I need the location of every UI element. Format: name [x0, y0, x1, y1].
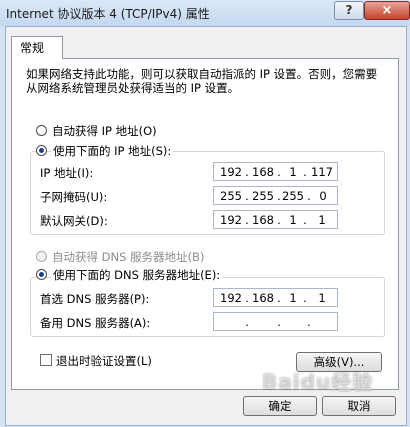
- octet-dot: .: [303, 213, 307, 227]
- baidu-watermark-logo: Baidu经验: [262, 370, 374, 394]
- octet-dot: .: [277, 315, 281, 329]
- octet-dot: .: [245, 315, 249, 329]
- subnet-mask-label: 子网掩码(U):: [40, 190, 108, 204]
- cancel-button[interactable]: 取消: [322, 396, 396, 416]
- alternate-dns-label: 备用 DNS 服务器(A):: [40, 316, 151, 330]
- auto-dns-radio[interactable]: [36, 251, 47, 262]
- default-gateway-input[interactable]: 192 . 168 . 1 . 1: [213, 210, 338, 229]
- window-title: Internet 协议版本 4 (TCP/IPv4) 属性: [6, 7, 210, 21]
- preferred-dns-input[interactable]: 192 . 168 . 1 . 1: [213, 288, 338, 307]
- subnet-mask-octet-1: 255: [220, 189, 242, 203]
- manual-ip-label: 使用下面的 IP 地址(S):: [51, 143, 174, 159]
- manual-ip-radio[interactable]: [36, 145, 47, 156]
- auto-dns-label: 自动获得 DNS 服务器地址(B): [52, 250, 205, 264]
- subnet-mask-input[interactable]: 255 . 255 . 255 . 0: [213, 186, 338, 205]
- preferred-dns-octet-1: 192: [220, 291, 242, 305]
- default-gateway-octet-1: 192: [220, 213, 242, 227]
- octet-dot: .: [307, 315, 311, 329]
- ok-button[interactable]: 确定: [243, 396, 317, 416]
- subnet-mask-octet-2: 255: [252, 189, 274, 203]
- ip-address-octet-1: 192: [220, 165, 242, 179]
- preferred-dns-octet-2: 168: [252, 291, 274, 305]
- validate-settings-checkbox[interactable]: [40, 354, 52, 366]
- subnet-mask-octet-4: 0: [319, 189, 327, 203]
- default-gateway-label: 默认网关(D):: [40, 214, 108, 228]
- validate-settings-label: 退出时验证设置(L): [56, 354, 152, 368]
- ip-address-octet-2: 168: [252, 165, 274, 179]
- auto-ip-radio[interactable]: [36, 125, 47, 136]
- ip-address-input[interactable]: 192 . 168 . 1 . 117: [213, 162, 338, 181]
- auto-ip-label: 自动获得 IP 地址(O): [52, 124, 157, 138]
- description-text: 如果网络支持此功能，则可以获取自动指派的 IP 设置。否则，您需要从网络系统管理…: [26, 67, 378, 95]
- ip-address-label: IP 地址(I):: [40, 166, 94, 180]
- help-button[interactable]: ?: [334, 1, 364, 20]
- default-gateway-octet-2: 168: [252, 213, 274, 227]
- tab-general[interactable]: 常规: [11, 36, 63, 59]
- preferred-dns-label: 首选 DNS 服务器(P):: [40, 292, 150, 306]
- alternate-dns-input[interactable]: . . .: [213, 312, 338, 331]
- default-gateway-octet-4: 1: [318, 213, 326, 227]
- manual-dns-label: 使用下面的 DNS 服务器地址(E):: [51, 267, 223, 283]
- subnet-mask-octet-3: 255: [282, 189, 304, 203]
- preferred-dns-octet-4: 1: [318, 291, 326, 305]
- ip-address-octet-4: 117: [311, 165, 333, 179]
- close-button[interactable]: ×: [364, 1, 410, 20]
- octet-dot: .: [303, 165, 307, 179]
- manual-dns-radio[interactable]: [36, 269, 47, 280]
- octet-dot: .: [303, 291, 307, 305]
